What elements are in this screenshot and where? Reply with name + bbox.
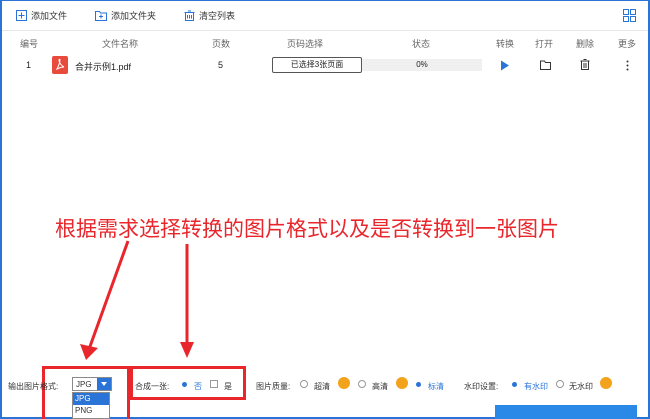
merge-no-label: 否 bbox=[194, 382, 202, 391]
quality-label: 图片质量: bbox=[256, 382, 291, 391]
format-select[interactable]: JPG bbox=[72, 377, 112, 391]
format-option-png[interactable]: PNG bbox=[73, 405, 109, 417]
format-label: 输出图片格式: bbox=[8, 382, 59, 391]
quality-std-radio[interactable] bbox=[414, 380, 422, 388]
watermark-no-label: 无水印 bbox=[569, 382, 593, 391]
quality-hd-radio[interactable] bbox=[300, 380, 308, 388]
watermark-yes-label: 有水印 bbox=[524, 382, 548, 391]
vip-crown-icon bbox=[396, 377, 408, 389]
watermark-yes-radio[interactable] bbox=[510, 380, 518, 388]
arrow-to-format bbox=[86, 240, 130, 353]
start-convert-button[interactable] bbox=[495, 405, 637, 419]
quality-high-radio[interactable] bbox=[358, 380, 366, 388]
arrow-to-format-head bbox=[80, 344, 98, 360]
quality-std-label: 标清 bbox=[428, 382, 444, 391]
watermark-no-radio[interactable] bbox=[556, 380, 564, 388]
quality-hd-label: 超清 bbox=[314, 382, 330, 391]
annotation-arrows bbox=[80, 240, 194, 360]
watermark-label: 水印设置: bbox=[464, 382, 499, 391]
format-dropdown-list: JPG PNG bbox=[72, 392, 110, 419]
merge-no-radio[interactable] bbox=[180, 380, 188, 388]
format-option-jpg[interactable]: JPG bbox=[73, 393, 109, 405]
quality-high-label: 高清 bbox=[372, 382, 388, 391]
merge-yes-radio[interactable] bbox=[210, 380, 218, 388]
vip-crown-icon bbox=[338, 377, 350, 389]
format-select-value: JPG bbox=[76, 380, 92, 389]
merge-yes-label: 是 bbox=[224, 382, 232, 391]
chevron-down-icon bbox=[97, 378, 111, 390]
arrow-to-merge-head bbox=[180, 342, 194, 358]
merge-label: 合成一张: bbox=[135, 382, 170, 391]
vip-crown-icon bbox=[600, 377, 612, 389]
